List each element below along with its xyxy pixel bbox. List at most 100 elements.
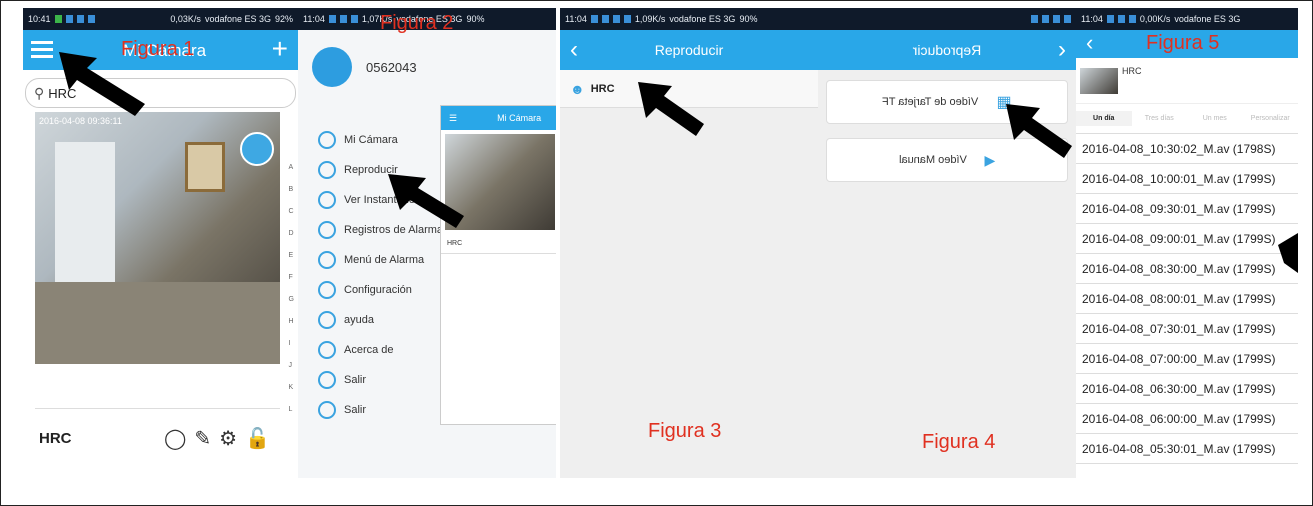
status-bar: 10:41 0,03K/s vodafone ES 3G 92%	[23, 8, 298, 30]
preview-title: Mi Cámara	[497, 113, 542, 123]
edit-icon[interactable]: ✎	[194, 426, 211, 451]
pointer-arrow	[638, 82, 704, 136]
menu-item-label: Acerca de	[344, 344, 394, 356]
panel-5: 11:04 0,00K/s vodafone ES 3G ‹ HRC Un dí…	[1076, 8, 1298, 478]
recording-list: 2016-04-08_10:30:02_M.av (1798S) 2016-04-…	[1076, 134, 1298, 464]
recording-row[interactable]: 2016-04-08_05:30:01_M.av (1799S)	[1076, 434, 1298, 464]
camera-name: HRC	[39, 430, 72, 447]
status-speed: 1,09K/s	[634, 14, 666, 24]
pointer-arrow	[1006, 104, 1072, 158]
user-badge-icon[interactable]	[240, 132, 274, 166]
camera-thumbnail	[1080, 68, 1118, 94]
alpha-index-letter[interactable]: J	[289, 362, 294, 384]
camera-name: HRC	[1122, 66, 1142, 76]
menu-item-label: Mi Cámara	[344, 134, 398, 146]
figure-label: Figura 5	[1146, 32, 1220, 54]
alpha-index-letter[interactable]: B	[289, 186, 294, 208]
status-time: 10:41	[28, 14, 51, 24]
recording-row[interactable]: 2016-04-08_08:00:01_M.av (1799S)	[1076, 284, 1298, 314]
status-bar	[818, 8, 1076, 30]
recording-row[interactable]: 2016-04-08_07:30:01_M.av (1799S)	[1076, 314, 1298, 344]
status-time: 11:04	[1081, 14, 1103, 24]
status-bar: 11:04 1,09K/s vodafone ES 3G 90%	[560, 8, 818, 30]
status-battery: 90%	[466, 14, 485, 24]
recording-row[interactable]: 2016-04-08_06:00:00_M.av (1799S)	[1076, 404, 1298, 434]
pointer-arrow	[59, 52, 145, 116]
alpha-index-letter[interactable]: H	[289, 318, 294, 340]
menu-item-icon	[318, 191, 336, 209]
menu-icon: ☰	[449, 112, 458, 123]
status-speed: 0,03K/s	[170, 14, 201, 24]
preview-card[interactable]: ☰ Mi Cámara HRC	[440, 105, 556, 425]
date-tab[interactable]: Un día	[1076, 111, 1132, 126]
menu-item-icon	[318, 161, 336, 179]
menu-item-label: Salir	[344, 404, 367, 416]
alarm-shield-icon[interactable]: ◯	[164, 426, 186, 451]
add-icon[interactable]: +	[272, 34, 288, 64]
status-time: 11:04	[303, 14, 325, 24]
alpha-index-letter[interactable]: D	[289, 230, 294, 252]
figure-label: Figura 2	[380, 12, 454, 34]
figure-label: Figura 4	[922, 431, 996, 453]
menu-item-icon	[318, 401, 336, 419]
recording-row[interactable]: 2016-04-08_09:30:01_M.av (1799S)	[1076, 194, 1298, 224]
hamburger-menu-icon[interactable]	[31, 41, 53, 59]
panel-4: Reproducir › Vídeo de Tarjeta TF ▦ Vídeo…	[818, 8, 1076, 478]
menu-item-icon	[318, 341, 336, 359]
recording-row[interactable]: 2016-04-08_10:00:01_M.av (1799S)	[1076, 164, 1298, 194]
alpha-index-letter[interactable]: L	[289, 406, 294, 428]
date-tabs: Un día Tres días Un mes Personalizar	[1076, 104, 1298, 134]
alpha-index[interactable]: ABCDEFGHIJKL	[289, 164, 294, 428]
alpha-index-letter[interactable]: F	[289, 274, 294, 296]
preview-cam-name: HRC	[441, 234, 556, 254]
avatar[interactable]	[312, 47, 352, 87]
date-tab[interactable]: Un mes	[1187, 115, 1243, 122]
lock-icon[interactable]: 🔓	[245, 426, 270, 451]
menu-item-icon	[318, 221, 336, 239]
recording-row[interactable]: 2016-04-08_08:30:00_M.av (1799S)	[1076, 254, 1298, 284]
page-title: Reproducir	[912, 42, 982, 58]
pointer-arrow	[388, 174, 464, 228]
recording-row[interactable]: 2016-04-08_07:00:00_M.av (1799S)	[1076, 344, 1298, 374]
back-chevron-icon[interactable]: ‹	[1086, 30, 1093, 56]
alpha-index-letter[interactable]: E	[289, 252, 294, 274]
status-bar: 11:04 0,00K/s vodafone ES 3G	[1076, 8, 1298, 30]
settings-gear-icon[interactable]: ⚙	[219, 426, 237, 451]
alpha-index-letter[interactable]: I	[289, 340, 294, 362]
menu-item-label: Configuración	[344, 284, 412, 296]
alpha-index-letter[interactable]: A	[289, 164, 294, 186]
device-id: 0562043	[366, 60, 417, 75]
status-carrier: vodafone ES 3G	[1174, 14, 1241, 24]
status-carrier: vodafone ES 3G	[204, 14, 271, 24]
date-tab[interactable]: Tres días	[1132, 115, 1188, 122]
pointer-arrow	[1278, 233, 1298, 273]
search-icon: ⚲	[34, 84, 45, 101]
menu-item-label: ayuda	[344, 314, 374, 326]
recording-row[interactable]: 2016-04-08_06:30:00_M.av (1799S)	[1076, 374, 1298, 404]
menu-item-icon	[318, 281, 336, 299]
status-speed: 0,00K/s	[1139, 14, 1171, 24]
app-bar: Reproducir ›	[818, 30, 1076, 70]
figure-label: Figura 3	[648, 420, 722, 442]
camera-preview[interactable]: 2016-04-08 09:36:11	[35, 112, 280, 364]
date-tab[interactable]: Personalizar	[1243, 115, 1299, 122]
alpha-index-letter[interactable]: G	[289, 296, 294, 318]
panel-1: 10:41 0,03K/s vodafone ES 3G 92% Mi Cáma…	[23, 8, 298, 478]
status-battery: 90%	[739, 14, 758, 24]
menu-item-label: Salir	[344, 374, 367, 386]
page-title: Reproducir	[654, 42, 724, 58]
menu-item-icon	[318, 251, 336, 269]
menu-item-icon	[318, 311, 336, 329]
alpha-index-letter[interactable]: K	[289, 384, 294, 406]
app-bar: ‹ Reproducir	[560, 30, 818, 70]
option-label: Vídeo Manual	[898, 154, 967, 166]
option-label: Vídeo de Tarjeta TF	[882, 96, 979, 108]
user-group-icon: ☻	[570, 80, 585, 97]
recording-row[interactable]: 2016-04-08_10:30:02_M.av (1798S)	[1076, 134, 1298, 164]
camera-header: HRC	[1076, 58, 1298, 104]
menu-item-icon	[318, 131, 336, 149]
recording-row[interactable]: 2016-04-08_09:00:01_M.av (1799S)	[1076, 224, 1298, 254]
alpha-index-letter[interactable]: C	[289, 208, 294, 230]
menu-item-icon	[318, 371, 336, 389]
back-chevron-icon[interactable]: ›	[1058, 36, 1066, 64]
